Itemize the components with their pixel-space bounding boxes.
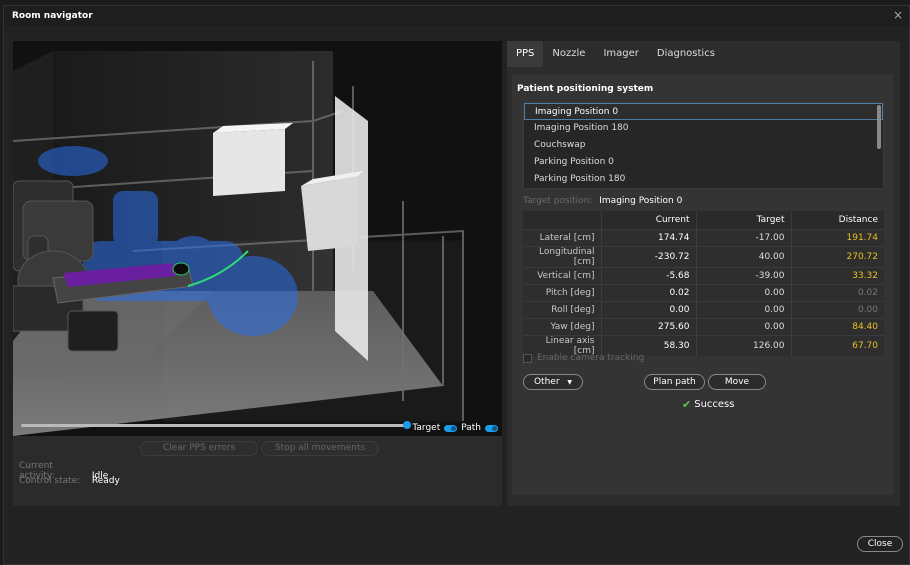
camera-tracking-checkbox[interactable] [523, 353, 532, 363]
table-row: Yaw [deg] 275.60 0.00 84.40 [523, 317, 884, 335]
pps-tab-content: Patient positioning system Imaging Posit… [512, 75, 893, 495]
distance-value: 191.74 [791, 228, 884, 246]
column-header-axis [523, 211, 602, 229]
table-row: Pitch [deg] 0.02 0.00 0.02 [523, 283, 884, 301]
ceiling-box [213, 129, 285, 196]
stop-all-movements-button[interactable]: Stop all movements [261, 441, 379, 456]
distance-value: 67.70 [791, 334, 884, 356]
close-button[interactable]: Close [857, 536, 903, 552]
other-dropdown-label: Other [533, 377, 560, 387]
plan-path-button[interactable]: Plan path [644, 374, 705, 390]
current-value: 275.60 [601, 317, 697, 335]
tab-bar: PPS Nozzle Imager Diagnostics [507, 41, 900, 67]
target-value: 0.00 [696, 317, 792, 335]
status-panel: Clear PPS errors Stop all movements Curr… [13, 436, 502, 506]
clear-pps-errors-button[interactable]: Clear PPS errors [140, 441, 258, 456]
current-value: 0.02 [601, 283, 697, 301]
tab-nozzle[interactable]: Nozzle [543, 41, 594, 67]
target-value: 0.00 [696, 283, 792, 301]
list-item[interactable]: Couchswap [524, 137, 883, 154]
list-item[interactable]: Parking Position 180 [524, 171, 883, 188]
tab-diagnostics[interactable]: Diagnostics [648, 41, 724, 67]
success-status: ✔ Success [682, 398, 734, 411]
patient-head [172, 262, 190, 276]
current-value: 174.74 [601, 228, 697, 246]
distance-value: 0.02 [791, 283, 884, 301]
axis-label: Yaw [deg] [523, 317, 602, 335]
target-toggle[interactable] [444, 424, 458, 432]
section-title: Patient positioning system [517, 84, 654, 94]
checkmark-icon: ✔ [682, 398, 692, 411]
distance-value: 33.32 [791, 266, 884, 284]
detector-box [301, 176, 358, 251]
control-state-value: Ready [91, 476, 120, 486]
table-row: Longitudinal [cm] -230.72 40.00 270.72 [523, 245, 884, 267]
room-scene [13, 41, 502, 436]
distance-value: 270.72 [791, 245, 884, 267]
control-panel: PPS Nozzle Imager Diagnostics Patient po… [507, 41, 900, 506]
room-3d-viewport[interactable]: Target Path [13, 41, 502, 436]
title-bar: Room navigator × [4, 6, 909, 26]
table-row: Roll [deg] 0.00 0.00 0.00 [523, 300, 884, 318]
table-header-row: Current Target Distance [523, 211, 884, 229]
list-item[interactable]: Imaging Position 180 [524, 120, 883, 137]
camera-tracking-label: Enable camera tracking [537, 353, 645, 363]
tab-imager[interactable]: Imager [594, 41, 647, 67]
target-position: Target position: Imaging Position 0 [523, 196, 682, 206]
target-value: 0.00 [696, 300, 792, 318]
axis-label: Lateral [cm] [523, 228, 602, 246]
move-button[interactable]: Move [708, 374, 766, 390]
position-list-scrollbar[interactable] [877, 105, 881, 149]
table-row: Vertical [cm] -5.68 -39.00 33.32 [523, 266, 884, 284]
pps-axis-table: Current Target Distance Lateral [cm] 174… [523, 211, 884, 356]
path-toggle[interactable] [485, 424, 498, 432]
target-value: -39.00 [696, 266, 792, 284]
control-state-label: Control state: [19, 476, 81, 486]
distance-value: 84.40 [791, 317, 884, 335]
current-value: -230.72 [601, 245, 697, 267]
current-value: -5.68 [601, 266, 697, 284]
camera-tracking-row[interactable]: Enable camera tracking [523, 353, 644, 363]
target-position-label: Target position: [523, 196, 593, 206]
control-state-row: Control state: Ready [19, 476, 120, 486]
axis-label: Roll [deg] [523, 300, 602, 318]
axis-label: Vertical [cm] [523, 266, 602, 284]
success-label: Success [694, 399, 735, 410]
axis-label: Pitch [deg] [523, 283, 602, 301]
column-header-distance: Distance [791, 211, 884, 229]
list-item[interactable]: Imaging Position 0 [524, 103, 883, 120]
target-value: 40.00 [696, 245, 792, 267]
position-list[interactable]: Imaging Position 0 Imaging Position 180 … [523, 102, 884, 189]
table-row: Lateral [cm] 174.74 -17.00 191.74 [523, 228, 884, 246]
column-header-current: Current [601, 211, 697, 229]
timeline-track[interactable] [21, 424, 406, 427]
viewport-legend: Target Path [412, 423, 498, 433]
list-item[interactable]: Parking Position 0 [524, 154, 883, 171]
legend-path-label: Path [461, 423, 481, 433]
target-value: 126.00 [696, 334, 792, 356]
legend-target-label: Target [412, 423, 441, 433]
other-dropdown[interactable]: Other ▼ [523, 374, 583, 390]
tab-pps[interactable]: PPS [507, 41, 544, 67]
target-position-value: Imaging Position 0 [599, 196, 683, 206]
timeline-handle[interactable] [403, 421, 411, 429]
column-header-target: Target [696, 211, 792, 229]
target-value: -17.00 [696, 228, 792, 246]
window-title: Room navigator [12, 11, 93, 21]
current-value: 0.00 [601, 300, 697, 318]
distance-value: 0.00 [791, 300, 884, 318]
axis-label: Longitudinal [cm] [523, 245, 602, 267]
window-close-icon[interactable]: × [893, 8, 903, 22]
chevron-down-icon: ▼ [567, 379, 573, 386]
